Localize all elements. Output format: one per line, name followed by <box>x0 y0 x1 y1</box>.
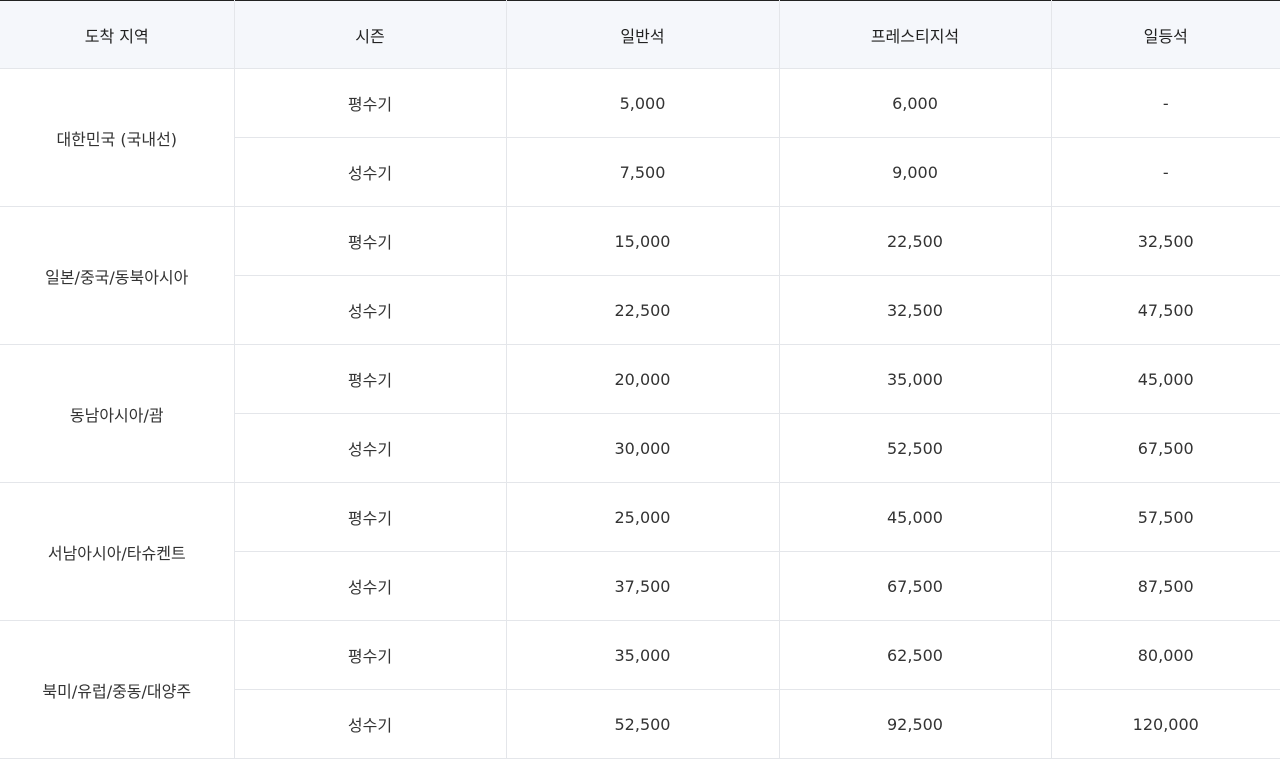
first-cell: 67,500 <box>1050 413 1280 483</box>
first-cell: 47,500 <box>1050 275 1280 345</box>
table-row: 북미/유럽/중동/대양주 평수기 35,000 62,500 80,000 <box>0 620 1280 759</box>
economy-cell: 37,500 <box>505 551 779 621</box>
economy-cell: 22,500 <box>505 275 779 345</box>
table-row: 서남아시아/타슈켄트 평수기 25,000 45,000 57,500 <box>0 482 1280 621</box>
season-cell: 성수기 <box>233 275 506 345</box>
first-cell: 80,000 <box>1050 620 1280 690</box>
header-row: 도착 지역 시즌 일반석 프레스티지석 일등석 <box>0 0 1280 69</box>
prestige-cell: 45,000 <box>778 482 1051 552</box>
prestige-cell: 9,000 <box>778 137 1051 207</box>
header-first: 일등석 <box>1050 0 1280 69</box>
season-cell: 평수기 <box>233 482 506 552</box>
season-cell: 평수기 <box>233 68 506 138</box>
first-cell: 87,500 <box>1050 551 1280 621</box>
prestige-cell: 52,500 <box>778 413 1051 483</box>
prestige-cell: 32,500 <box>778 275 1051 345</box>
prestige-cell: 92,500 <box>778 689 1051 759</box>
first-cell: 32,500 <box>1050 206 1280 276</box>
first-cell: 57,500 <box>1050 482 1280 552</box>
region-cell: 북미/유럽/중동/대양주 <box>0 620 234 759</box>
first-cell: 120,000 <box>1050 689 1280 759</box>
economy-cell: 30,000 <box>505 413 779 483</box>
header-region: 도착 지역 <box>0 0 234 69</box>
season-cell: 평수기 <box>233 620 506 690</box>
table-row: 일본/중국/동북아시아 평수기 15,000 22,500 32,500 <box>0 206 1280 345</box>
season-cell: 성수기 <box>233 551 506 621</box>
economy-cell: 15,000 <box>505 206 779 276</box>
region-cell: 서남아시아/타슈켄트 <box>0 482 234 621</box>
season-cell: 평수기 <box>233 206 506 276</box>
table-row: 동남아시아/괌 평수기 20,000 35,000 45,000 <box>0 344 1280 483</box>
first-cell: 45,000 <box>1050 344 1280 414</box>
prestige-cell: 6,000 <box>778 68 1051 138</box>
economy-cell: 25,000 <box>505 482 779 552</box>
prestige-cell: 67,500 <box>778 551 1051 621</box>
first-cell: - <box>1050 137 1280 207</box>
economy-cell: 7,500 <box>505 137 779 207</box>
economy-cell: 20,000 <box>505 344 779 414</box>
header-season: 시즌 <box>233 0 506 69</box>
header-economy: 일반석 <box>505 0 779 69</box>
header-prestige: 프레스티지석 <box>778 0 1051 69</box>
table-header: 도착 지역 시즌 일반석 프레스티지석 일등석 <box>0 0 1280 69</box>
economy-cell: 35,000 <box>505 620 779 690</box>
table-body: 대한민국 (국내선) 평수기 5,000 6,000 - 성수기 7,500 9… <box>0 68 1280 759</box>
mileage-table: 도착 지역 시즌 일반석 프레스티지석 일등석 대한민국 (국내선) 평수기 5… <box>0 0 1280 759</box>
season-cell: 성수기 <box>233 689 506 759</box>
prestige-cell: 22,500 <box>778 206 1051 276</box>
economy-cell: 5,000 <box>505 68 779 138</box>
region-cell: 동남아시아/괌 <box>0 344 234 483</box>
season-cell: 평수기 <box>233 344 506 414</box>
season-cell: 성수기 <box>233 413 506 483</box>
prestige-cell: 62,500 <box>778 620 1051 690</box>
region-cell: 대한민국 (국내선) <box>0 68 234 207</box>
season-cell: 성수기 <box>233 137 506 207</box>
table-row: 대한민국 (국내선) 평수기 5,000 6,000 - <box>0 68 1280 207</box>
region-cell: 일본/중국/동북아시아 <box>0 206 234 345</box>
prestige-cell: 35,000 <box>778 344 1051 414</box>
economy-cell: 52,500 <box>505 689 779 759</box>
first-cell: - <box>1050 68 1280 138</box>
